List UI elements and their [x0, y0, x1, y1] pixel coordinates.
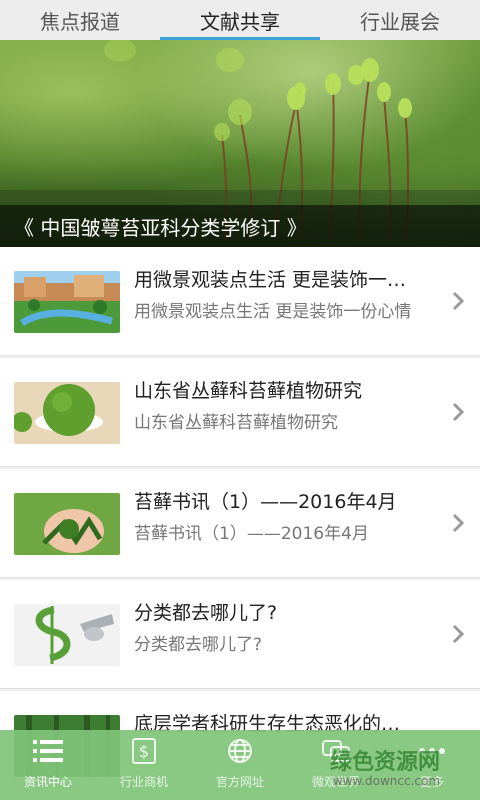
list-item[interactable]: 用微景观装点生活 更是装饰一… 用微景观装点生活 更是装饰一份心情 [0, 247, 480, 356]
nav-official-site[interactable]: 官方网址 [192, 730, 288, 800]
chevron-right-icon [452, 291, 464, 311]
article-thumbnail [14, 271, 120, 333]
article-summary: 苔藓书讯（1）——2016年4月 [134, 524, 369, 544]
article-title: 用微景观装点生活 更是装饰一… [134, 269, 407, 291]
nav-label: 官方网址 [215, 775, 264, 789]
app: 焦点报道 文献共享 行业展会 《 中国皱萼苔亚科分类学修订 》 用微景观装点生活… [0, 0, 480, 800]
list-item[interactable]: 山东省丛藓科苔藓植物研究 山东省丛藓科苔藓植物研究 [0, 358, 480, 467]
tab-label: 焦点报道 [40, 9, 120, 34]
article-title: 分类都去哪儿了? [134, 602, 278, 624]
banner-caption: 《 中国皱萼苔亚科分类学修订 》 [0, 205, 480, 247]
globe-icon [225, 737, 255, 765]
tab-literature-sharing[interactable]: 文献共享 [160, 0, 320, 40]
svg-text:$: $ [139, 742, 149, 761]
nav-label: 行业商机 [119, 775, 168, 789]
article-thumbnail [14, 493, 120, 555]
nav-business-opportunities[interactable]: $ 行业商机 [96, 730, 192, 800]
article-thumbnail [14, 604, 120, 666]
tab-industry-expo[interactable]: 行业展会 [320, 0, 480, 40]
article-thumbnail [14, 382, 120, 444]
list-icon [33, 737, 63, 765]
watermark: 绿色资源网 www.downcc.com [330, 744, 440, 788]
featured-banner[interactable]: 《 中国皱萼苔亚科分类学修订 》 [0, 40, 480, 247]
article-summary: 分类都去哪儿了? [134, 635, 263, 655]
nav-label: 资讯中心 [23, 775, 72, 789]
chevron-right-icon [452, 624, 464, 644]
tab-label: 行业展会 [360, 9, 440, 34]
nav-news-center[interactable]: 资讯中心 [0, 730, 96, 800]
article-list: 用微景观装点生活 更是装饰一… 用微景观装点生活 更是装饰一份心情 山东省丛藓科… [0, 247, 480, 800]
top-tab-bar: 焦点报道 文献共享 行业展会 [0, 0, 480, 41]
dollar-icon: $ [129, 737, 159, 765]
chevron-right-icon [452, 402, 464, 422]
article-title: 山东省丛藓科苔藓植物研究 [134, 380, 363, 402]
list-item[interactable]: 苔藓书讯（1）——2016年4月 苔藓书讯（1）——2016年4月 [0, 469, 480, 578]
watermark-url: www.downcc.com [332, 774, 441, 788]
tab-label: 文献共享 [200, 9, 280, 34]
article-summary: 用微景观装点生活 更是装饰一份心情 [134, 302, 412, 322]
tab-focus-reports[interactable]: 焦点报道 [0, 0, 160, 40]
chevron-right-icon [452, 513, 464, 533]
article-summary: 山东省丛藓科苔藓植物研究 [134, 413, 338, 433]
article-title: 苔藓书讯（1）——2016年4月 [134, 491, 397, 513]
watermark-name: 绿色资源网 [330, 750, 441, 775]
list-item[interactable]: 分类都去哪儿了? 分类都去哪儿了? [0, 580, 480, 689]
